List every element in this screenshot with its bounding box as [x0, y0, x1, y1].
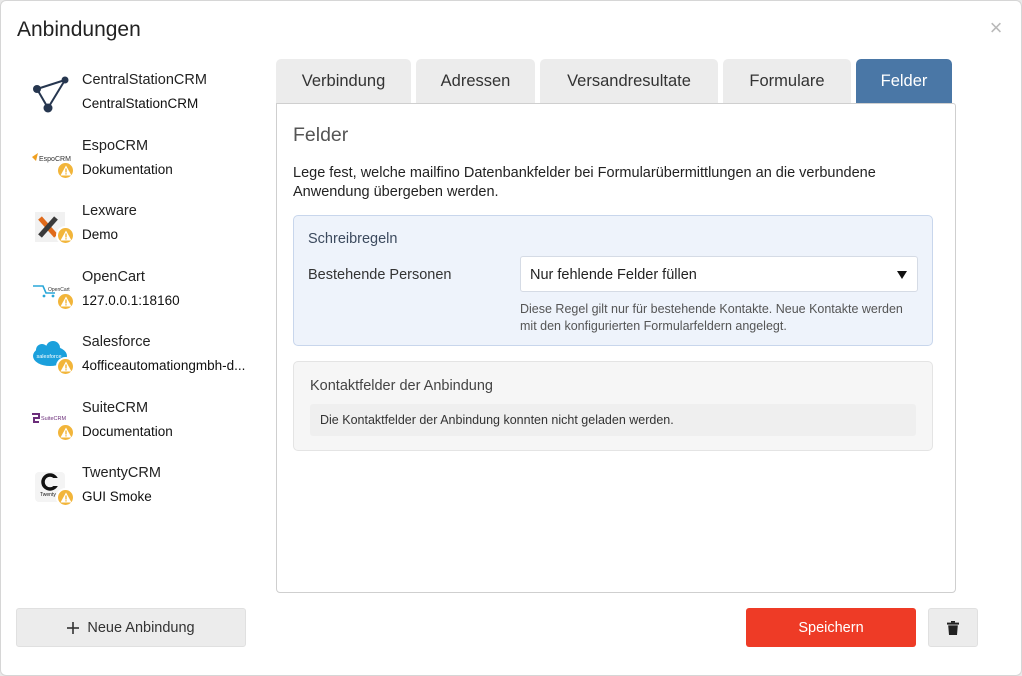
write-rules-help: Diese Regel gilt nur für bestehende Kont… [520, 302, 903, 333]
connection-item-lexware[interactable]: Lexware Demo [29, 198, 259, 264]
connection-name: EspoCRM [82, 137, 149, 154]
warning-icon [56, 291, 75, 311]
connection-item-suitecrm[interactable]: SuiteCRM SuiteCRM Documentation [29, 395, 259, 461]
select-value: Nur fehlende Felder füllen [530, 267, 697, 283]
tab-verbindung[interactable]: Verbindung [276, 59, 411, 104]
tab-formulare[interactable]: Formulare [723, 59, 851, 104]
tab-bar: Verbindung Adressen Versandresultate For… [276, 59, 952, 104]
connection-subtitle: Dokumentation [82, 161, 173, 177]
connection-item-opencart[interactable]: OpenCart OpenCart 127.0.0.1:18160 [29, 264, 259, 330]
new-connection-button[interactable]: Neue Anbindung [16, 608, 246, 647]
dialog-title: Anbindungen [17, 18, 141, 41]
save-button[interactable]: Speichern [746, 608, 916, 647]
connection-subtitle: CentralStationCRM [82, 96, 199, 111]
close-icon[interactable]: × [987, 17, 1005, 39]
connection-name: Salesforce [82, 334, 151, 350]
plus-icon [67, 621, 80, 634]
connection-item-centralstationcrm[interactable]: CentralStationCRM CentralStationCRM [29, 67, 259, 133]
connection-item-espocrm[interactable]: EspoCRM EspoCRM Dokumentation [29, 133, 259, 199]
connection-name: OpenCart [82, 268, 145, 285]
connections-dialog: Anbindungen × CentralStationCRM CentralS… [0, 0, 1022, 676]
existing-persons-label: Bestehende Personen [308, 267, 452, 283]
tab-felder[interactable]: Felder [856, 59, 952, 104]
tab-versandresultate[interactable]: Versandresultate [540, 59, 718, 104]
warning-icon [56, 422, 75, 442]
connection-name: TwentyCRM [82, 465, 161, 481]
warning-icon [56, 160, 75, 180]
svg-text:SuiteCRM: SuiteCRM [41, 416, 66, 422]
connection-list: CentralStationCRM CentralStationCRM Espo… [29, 67, 259, 526]
delete-button[interactable] [928, 608, 978, 647]
connection-item-twentycrm[interactable]: Twenty TwentyCRM GUI Smoke [29, 460, 259, 526]
connection-subtitle: 4officeautomationgmbh-d... [82, 358, 246, 373]
warning-icon [56, 488, 75, 507]
caret-down-icon [897, 271, 907, 279]
connection-subtitle: GUI Smoke [82, 489, 152, 504]
warning-icon [56, 357, 75, 376]
write-rules-box: Schreibregeln Bestehende Personen Nur fe… [293, 215, 933, 346]
existing-persons-select[interactable]: Nur fehlende Felder füllen [520, 256, 918, 292]
felder-panel: Felder Lege fest, welche mailfino Datenb… [276, 103, 956, 593]
connection-subtitle: Demo [82, 227, 119, 242]
warning-icon [56, 226, 75, 245]
contact-fields-message: Die Kontaktfelder der Anbindung konnten … [310, 404, 916, 436]
panel-description: Lege fest, welche mailfino Datenbankfeld… [293, 165, 876, 200]
write-rules-title: Schreibregeln [308, 231, 398, 247]
connection-subtitle: 127.0.0.1:18160 [82, 292, 180, 308]
trash-icon [947, 620, 959, 635]
new-connection-label: Neue Anbindung [87, 619, 195, 636]
connection-name: Lexware [82, 203, 137, 219]
panel-title: Felder [293, 124, 349, 146]
contact-fields-box: Kontaktfelder der Anbindung Die Kontaktf… [293, 361, 933, 451]
connection-item-salesforce[interactable]: salesforce Salesforce 4officeautomationg… [29, 329, 259, 395]
connection-subtitle: Documentation [82, 423, 173, 439]
tab-adressen[interactable]: Adressen [416, 59, 535, 104]
connection-name: CentralStationCRM [82, 72, 207, 88]
svg-text:Twenty: Twenty [40, 492, 56, 498]
connection-name: SuiteCRM [82, 399, 149, 416]
contact-fields-title: Kontaktfelder der Anbindung [310, 378, 493, 394]
centralstation-logo [29, 71, 73, 115]
